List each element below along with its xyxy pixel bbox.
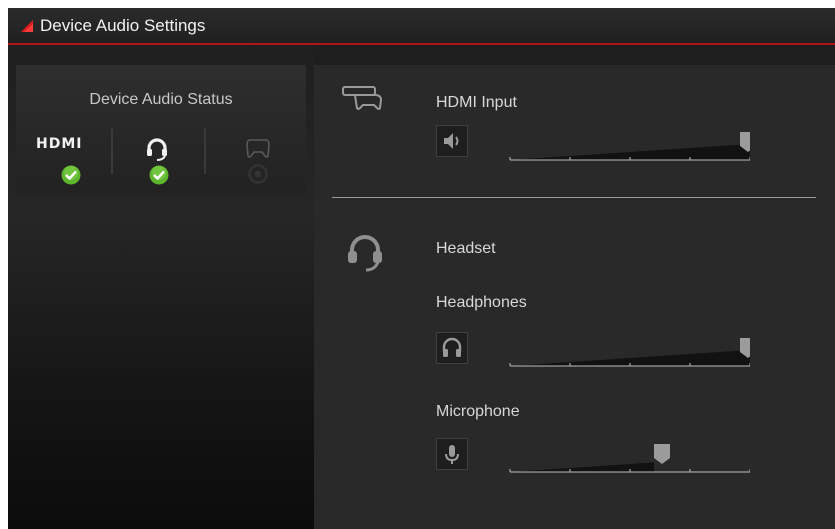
headphones-mute-button[interactable] [436, 332, 468, 364]
headphones-volume-slider[interactable] [500, 332, 750, 372]
hdmi-icon: HDMI [36, 136, 83, 152]
volume-wedge [510, 462, 654, 472]
status-divider [204, 128, 206, 174]
headset-connected-check-icon [149, 165, 169, 185]
device-audio-window: Device Audio Settings Device Audio Statu… [8, 8, 835, 529]
headphones-label: Headphones [436, 294, 527, 311]
headset-section-icon [348, 235, 382, 272]
microphone-label: Microphone [436, 403, 520, 420]
headphones-icon [442, 337, 462, 357]
status-divider [111, 128, 113, 174]
section-divider [332, 197, 816, 198]
controller-disconnected-icon [248, 164, 268, 184]
headset-label: Headset [436, 240, 496, 257]
microphone-icon [445, 445, 459, 464]
hdmi-input-label: HDMI Input [436, 94, 517, 111]
title-bar: Device Audio Settings [8, 8, 835, 43]
speaker-icon [444, 133, 459, 149]
headset-icon [147, 138, 167, 161]
back-arrow-icon[interactable] [20, 19, 34, 33]
hdmi-controller-icon [342, 86, 383, 110]
microphone-mute-button[interactable] [436, 438, 468, 470]
slider-thumb[interactable] [654, 444, 670, 464]
status-title: Device Audio Status [89, 91, 233, 108]
microphone-volume-slider[interactable] [500, 438, 750, 478]
controller-icon [246, 139, 270, 158]
hdmi-volume-slider[interactable] [500, 126, 750, 166]
window-title: Device Audio Settings [40, 16, 206, 35]
hdmi-connected-check-icon [61, 165, 81, 185]
hdmi-mute-button[interactable] [436, 125, 468, 157]
